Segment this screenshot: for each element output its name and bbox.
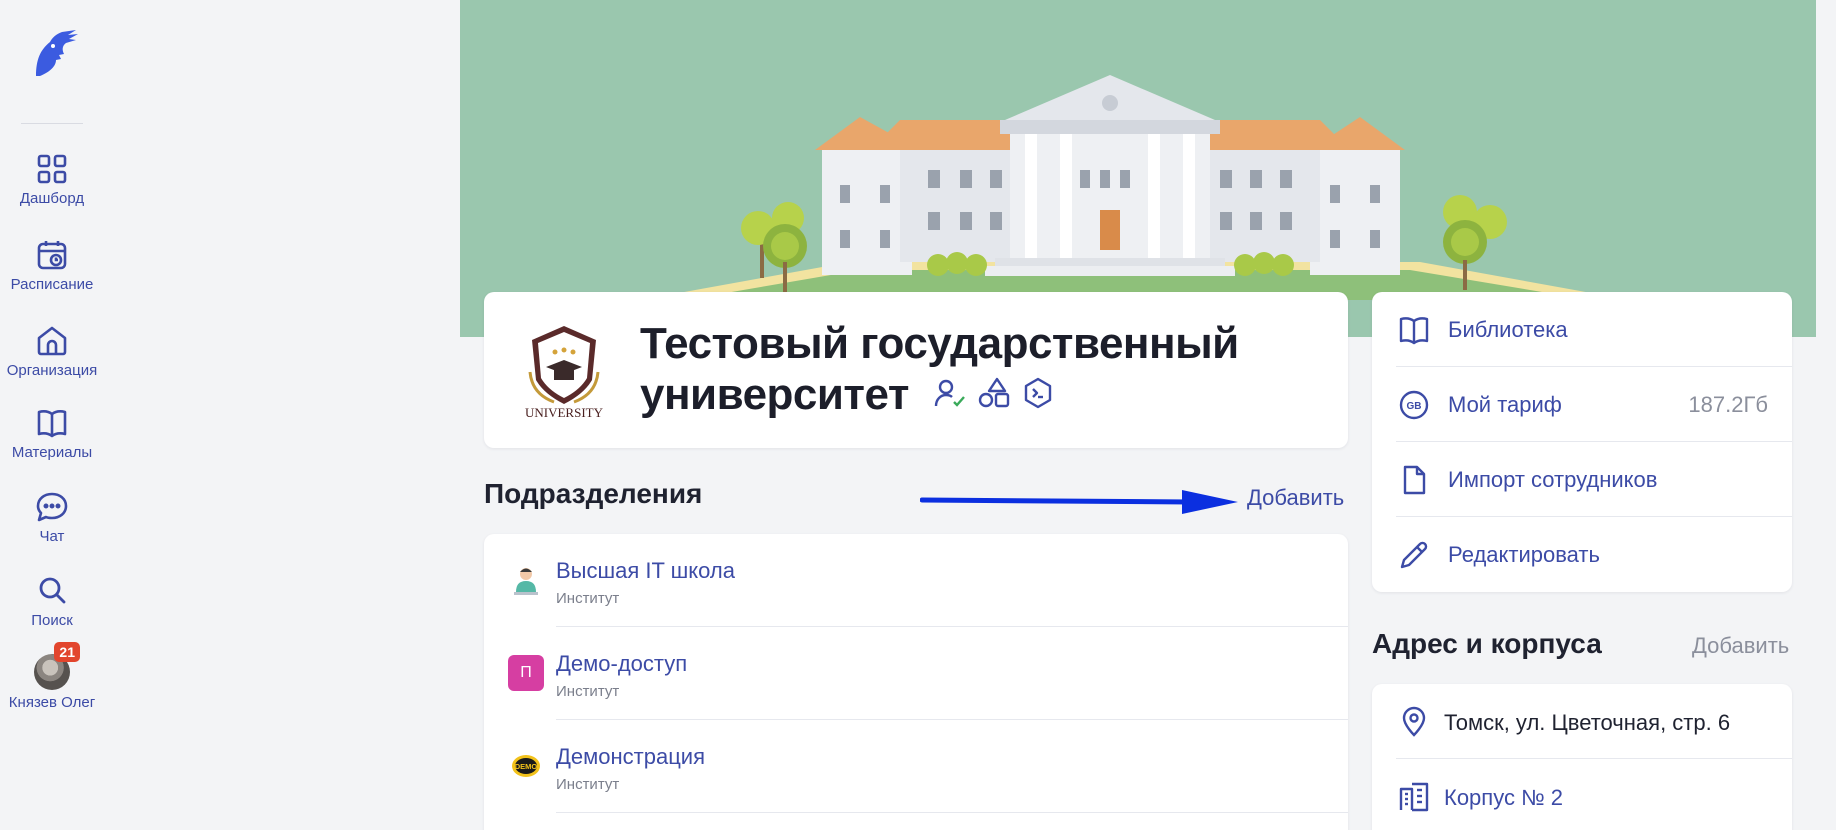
division-letter-icon: П: [508, 655, 544, 691]
add-address-link[interactable]: Добавить: [1692, 633, 1789, 659]
chat-icon: [36, 492, 68, 522]
address-text: Томск, ул. Цветочная, стр. 6: [1444, 710, 1731, 735]
notification-badge: 21: [54, 642, 80, 662]
tariff-label: Мой тариф: [1448, 392, 1562, 417]
nav-profile[interactable]: 21 Князев Олег: [0, 642, 104, 711]
user-name: Князев Олег: [8, 694, 96, 711]
nav-organization[interactable]: Организация: [0, 324, 104, 379]
org-banner: [460, 0, 1816, 337]
dashboard-icon: [37, 154, 67, 184]
teacher-avatar-icon: [514, 568, 538, 595]
address-card: Томск, ул. Цветочная, стр. 6 Корпус № 2: [1372, 684, 1792, 830]
divider: [556, 812, 1348, 813]
nav-dashboard[interactable]: Дашборд: [0, 152, 104, 207]
pencil-icon: [1400, 541, 1428, 569]
division-item[interactable]: DEMO Демонстрация Институт: [484, 720, 1348, 813]
nav-schedule-label: Расписание: [10, 276, 94, 293]
gb-icon: GB: [1399, 390, 1429, 420]
import-staff-link[interactable]: Импорт сотрудников: [1372, 442, 1792, 517]
org-badges: [933, 376, 1055, 410]
nav-search-label: Поиск: [31, 612, 73, 629]
add-division-link[interactable]: Добавить: [1247, 485, 1344, 511]
division-type: Институт: [556, 683, 620, 700]
division-name: Высшая IT школа: [556, 558, 736, 583]
sidebar: Дашборд Расписание Организация Материалы…: [0, 0, 104, 830]
divisions-list: Высшая IT школа Институт П Демо-доступ И…: [484, 534, 1348, 830]
nav-dashboard-label: Дашборд: [19, 190, 85, 207]
gb-icon-text: GB: [1407, 401, 1422, 412]
building-icon: [1399, 782, 1429, 812]
org-actions-card: Библиотека GB Мой тариф 187.2Гб Импорт с…: [1372, 292, 1792, 592]
division-name: Демонстрация: [556, 744, 705, 769]
code-hexagon-icon: [1024, 378, 1051, 409]
division-item[interactable]: Высшая IT школа Институт: [484, 534, 1348, 627]
nav-search[interactable]: Поиск: [0, 574, 104, 629]
tariff-link[interactable]: GB Мой тариф 187.2Гб: [1372, 367, 1792, 442]
annotation-arrow: [920, 490, 1238, 514]
building-name: Корпус № 2: [1444, 785, 1564, 810]
org-title: Тестовый государственный университет: [640, 318, 1330, 420]
calendar-icon: [37, 241, 67, 270]
sidebar-divider: [21, 123, 83, 124]
verified-user-icon: [934, 380, 965, 408]
address-item[interactable]: Томск, ул. Цветочная, стр. 6: [1372, 684, 1792, 759]
university-building-illustration: [640, 75, 1630, 300]
demo-logo-icon: DEMO: [512, 755, 540, 777]
university-logo-text: UNIVERSITY: [525, 405, 604, 420]
search-icon: [39, 577, 66, 604]
location-icon: [1402, 706, 1426, 737]
library-label: Библиотека: [1448, 317, 1568, 342]
library-link[interactable]: Библиотека: [1372, 292, 1792, 367]
division-name: Демо-доступ: [556, 651, 688, 676]
division-type: Институт: [556, 590, 620, 607]
book-icon: [37, 410, 67, 438]
building-item[interactable]: Корпус № 2: [1372, 759, 1792, 830]
division-type: Институт: [556, 776, 620, 793]
divisions-title: Подразделения: [484, 478, 703, 509]
division-item[interactable]: П Демо-доступ Институт: [484, 627, 1348, 720]
import-staff-label: Импорт сотрудников: [1448, 467, 1658, 492]
storage-value: 187.2Гб: [1688, 392, 1768, 417]
nav-schedule[interactable]: Расписание: [0, 238, 104, 293]
file-icon: [1403, 465, 1426, 495]
demo-logo-text: DEMO: [515, 762, 538, 771]
nav-chat-label: Чат: [39, 528, 65, 545]
org-card: UNIVERSITY Тестовый государственный унив…: [484, 292, 1348, 448]
edit-label: Редактировать: [1448, 542, 1600, 567]
nav-organization-label: Организация: [6, 362, 98, 379]
address-title: Адрес и корпуса: [1372, 628, 1602, 659]
shapes-icon: [978, 378, 1009, 408]
university-logo: UNIVERSITY: [525, 326, 604, 420]
nav-chat[interactable]: Чат: [0, 490, 104, 545]
hermes-logo-icon[interactable]: [26, 26, 80, 80]
edit-link[interactable]: Редактировать: [1372, 517, 1792, 592]
avatar-wrap: 21: [34, 642, 80, 690]
nav-materials[interactable]: Материалы: [0, 406, 104, 461]
book-icon: [1399, 317, 1429, 345]
home-icon: [37, 326, 67, 356]
nav-materials-label: Материалы: [11, 444, 93, 461]
